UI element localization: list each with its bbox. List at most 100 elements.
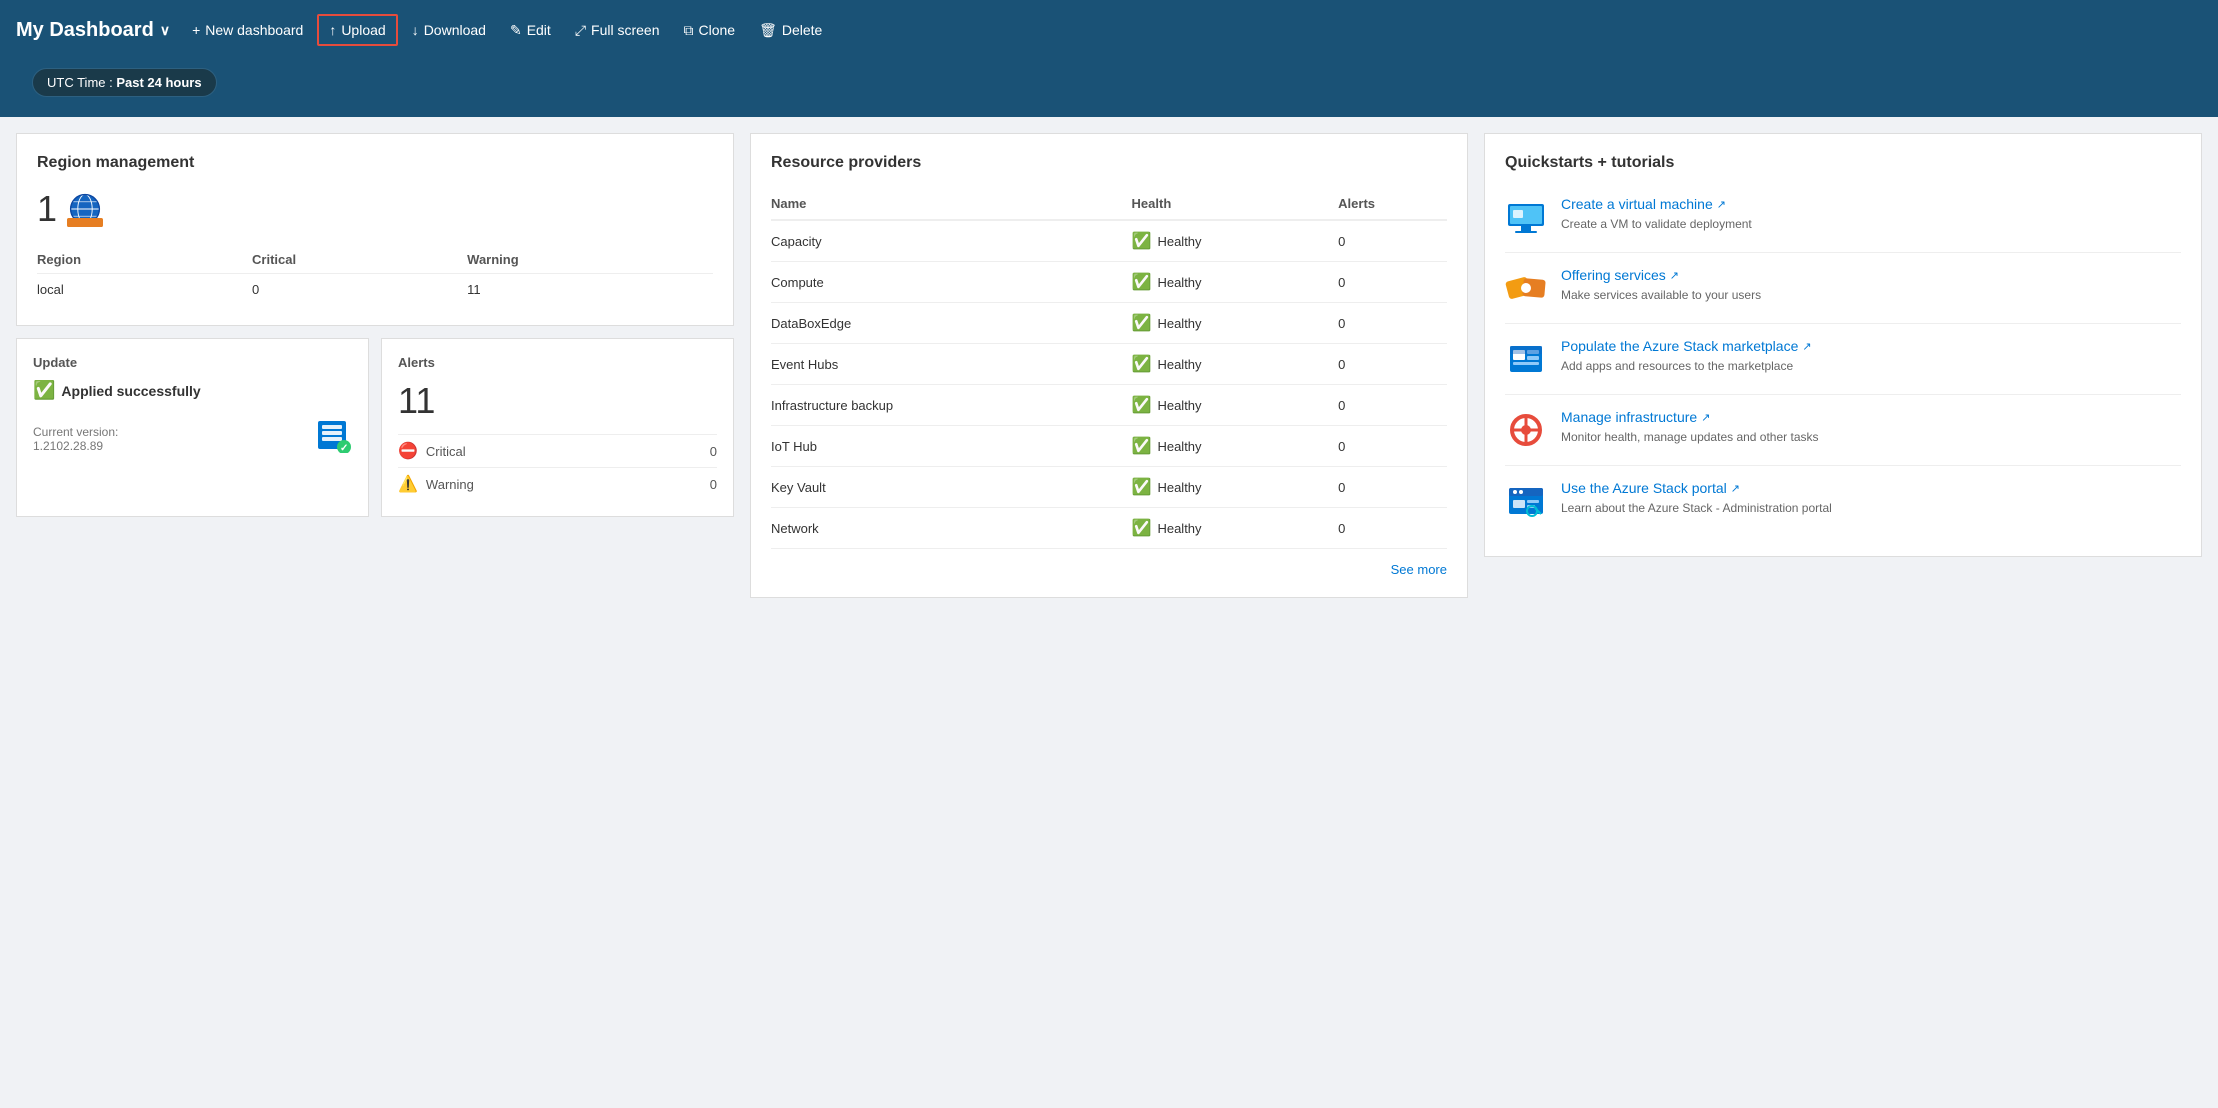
update-status: ✅ Applied successfully — [33, 380, 352, 401]
download-icon: ↓ — [412, 22, 419, 38]
health-status: Healthy — [1157, 316, 1201, 331]
update-card: Update ✅ Applied successfully Current ve… — [16, 338, 369, 517]
provider-name: Infrastructure backup — [771, 385, 1132, 426]
health-green-icon: ✅ — [1132, 313, 1152, 333]
fullscreen-icon: ⤢ — [575, 22, 586, 39]
time-badge: UTC Time : Past 24 hours — [32, 68, 217, 97]
chevron-down-icon[interactable]: ∨ — [160, 22, 170, 39]
quickstart-link[interactable]: Populate the Azure Stack marketplace ↗ — [1561, 338, 1812, 354]
quickstart-link[interactable]: Manage infrastructure ↗ — [1561, 409, 1819, 425]
region-management-column: Region management 1 Region Criti — [16, 133, 734, 517]
quickstart-item-create-vm[interactable]: Create a virtual machine ↗ Create a VM t… — [1505, 188, 2181, 253]
alert-count: 0 — [1338, 344, 1447, 385]
fullscreen-button[interactable]: ⤢ Full screen — [565, 16, 670, 45]
table-row[interactable]: Compute ✅ Healthy 0 — [771, 262, 1447, 303]
quickstart-link[interactable]: Use the Azure Stack portal ↗ — [1561, 480, 1832, 496]
table-row[interactable]: Event Hubs ✅ Healthy 0 — [771, 344, 1447, 385]
external-link-icon: ↗ — [1731, 482, 1740, 495]
quickstart-text: Manage infrastructure ↗ Monitor health, … — [1561, 409, 1819, 446]
new-dashboard-label: New dashboard — [205, 22, 303, 38]
provider-name: IoT Hub — [771, 426, 1132, 467]
quickstart-item-offering-services[interactable]: Offering services ↗ Make services availa… — [1505, 253, 2181, 324]
marketplace-icon — [1505, 338, 1547, 380]
main-content: Region management 1 Region Criti — [0, 117, 2218, 1108]
download-button[interactable]: ↓ Download — [402, 16, 496, 44]
quickstart-text: Use the Azure Stack portal ↗ Learn about… — [1561, 480, 1832, 517]
table-row[interactable]: Infrastructure backup ✅ Healthy 0 — [771, 385, 1447, 426]
health-green-icon: ✅ — [1132, 518, 1152, 538]
warning-icon: ⚠️ — [398, 474, 418, 494]
quickstart-item-manage-infra[interactable]: Manage infrastructure ↗ Monitor health, … — [1505, 395, 2181, 466]
table-row[interactable]: Capacity ✅ Healthy 0 — [771, 220, 1447, 262]
time-prefix: UTC Time : — [47, 75, 116, 90]
health-status: Healthy — [1157, 439, 1201, 454]
quickstarts-list: Create a virtual machine ↗ Create a VM t… — [1505, 188, 2181, 536]
alert-count: 0 — [1338, 426, 1447, 467]
alerts-count: 11 — [398, 380, 717, 422]
quickstart-text: Create a virtual machine ↗ Create a VM t… — [1561, 196, 1752, 233]
quickstart-link[interactable]: Create a virtual machine ↗ — [1561, 196, 1752, 212]
quickstart-item-marketplace[interactable]: Populate the Azure Stack marketplace ↗ A… — [1505, 324, 2181, 395]
table-row[interactable]: IoT Hub ✅ Healthy 0 — [771, 426, 1447, 467]
alert-count: 0 — [1338, 467, 1447, 508]
providers-table: Name Health Alerts Capacity ✅ Healthy 0 … — [771, 188, 1447, 549]
quickstart-label: Offering services — [1561, 267, 1666, 283]
see-more[interactable]: See more — [771, 561, 1447, 577]
error-icon: ⛔ — [398, 441, 418, 461]
quickstart-item-portal[interactable]: Use the Azure Stack portal ↗ Learn about… — [1505, 466, 2181, 536]
health-status: Healthy — [1157, 521, 1201, 536]
quickstarts-title: Quickstarts + tutorials — [1505, 154, 2181, 172]
region-management-title: Region management — [37, 154, 713, 172]
alerts-card: Alerts 11 ⛔ Critical 0 ⚠️ Warning 0 — [381, 338, 734, 517]
new-dashboard-button[interactable]: + New dashboard — [182, 16, 313, 44]
health-status: Healthy — [1157, 234, 1201, 249]
resource-providers-title: Resource providers — [771, 154, 1447, 172]
clone-button[interactable]: ⧉ Clone — [673, 16, 745, 45]
delete-button[interactable]: 🗑 Delete — [749, 16, 832, 45]
table-row[interactable]: Network ✅ Healthy 0 — [771, 508, 1447, 549]
external-link-icon: ↗ — [1802, 340, 1811, 353]
region-management-card: Region management 1 Region Criti — [16, 133, 734, 326]
warning-count: 0 — [710, 477, 717, 492]
infra-icon — [1505, 409, 1547, 451]
edit-label: Edit — [527, 22, 551, 38]
region-col-header: Region — [37, 246, 252, 274]
quickstart-link[interactable]: Offering services ↗ — [1561, 267, 1761, 283]
quickstart-label: Use the Azure Stack portal — [1561, 480, 1727, 496]
fullscreen-label: Full screen — [591, 22, 659, 38]
table-row[interactable]: Key Vault ✅ Healthy 0 — [771, 467, 1447, 508]
health-cell: ✅ Healthy — [1132, 272, 1339, 292]
critical-col-header: Critical — [252, 246, 467, 274]
quickstart-label: Populate the Azure Stack marketplace — [1561, 338, 1798, 354]
table-row[interactable]: DataBoxEdge ✅ Healthy 0 — [771, 303, 1447, 344]
quickstart-description: Learn about the Azure Stack - Administra… — [1561, 500, 1832, 517]
region-table: Region Critical Warning local 0 11 — [37, 246, 713, 305]
download-label: Download — [424, 22, 486, 38]
health-green-icon: ✅ — [1132, 477, 1152, 497]
upload-button[interactable]: ↑ Upload — [317, 14, 397, 46]
name-col-header: Name — [771, 188, 1132, 220]
bottom-row: Update ✅ Applied successfully Current ve… — [16, 338, 734, 517]
globe-icon — [67, 191, 103, 227]
health-col-header: Health — [1132, 188, 1339, 220]
health-status: Healthy — [1157, 398, 1201, 413]
upload-icon: ↑ — [329, 22, 336, 38]
provider-name: Capacity — [771, 220, 1132, 262]
region-warning: 11 — [467, 274, 713, 306]
provider-name: Key Vault — [771, 467, 1132, 508]
region-count-row: 1 — [37, 188, 713, 230]
warning-col-header: Warning — [467, 246, 713, 274]
alert-count: 0 — [1338, 508, 1447, 549]
check-circle-icon: ✅ — [33, 380, 55, 401]
provider-name: DataBoxEdge — [771, 303, 1132, 344]
region-critical: 0 — [252, 274, 467, 306]
quickstart-description: Make services available to your users — [1561, 287, 1761, 304]
region-name: local — [37, 274, 252, 306]
edit-button[interactable]: ✎ Edit — [500, 16, 561, 45]
provider-name: Network — [771, 508, 1132, 549]
quickstart-description: Create a VM to validate deployment — [1561, 216, 1752, 233]
alert-warning-row: ⚠️ Warning 0 — [398, 467, 717, 500]
see-more-link[interactable]: See more — [1391, 562, 1447, 577]
delete-label: Delete — [782, 22, 822, 38]
azure-stack-icon: ✓ — [316, 417, 352, 453]
